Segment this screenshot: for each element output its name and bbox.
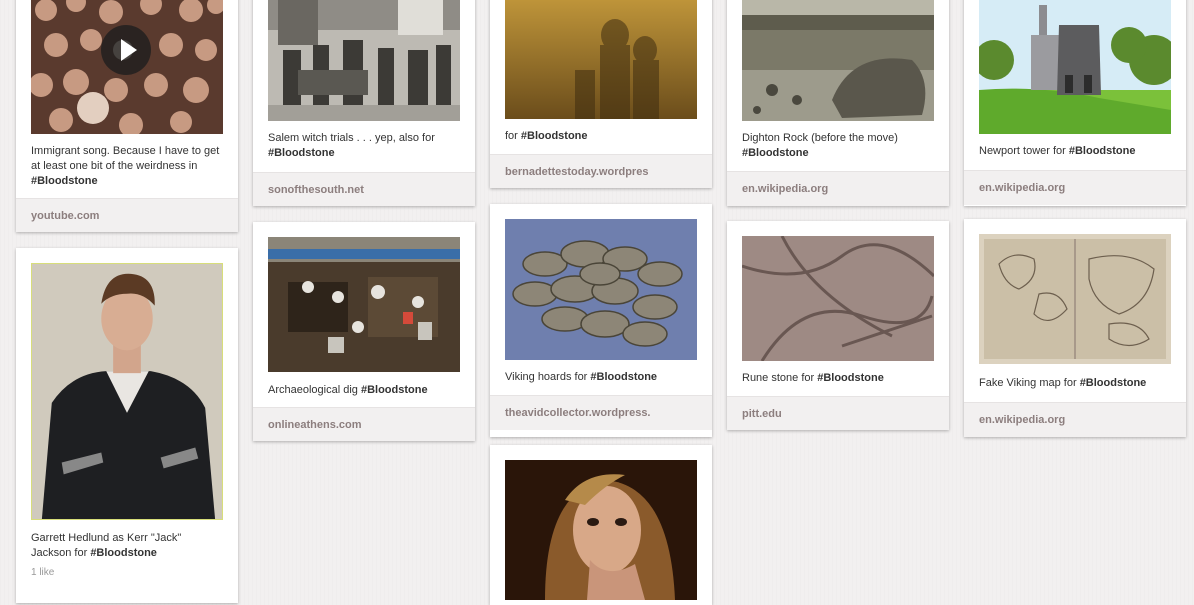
pin-card[interactable]: Rune stone for #Bloodstone pitt.edu <box>727 221 949 430</box>
hashtag-link[interactable]: #Bloodstone <box>742 147 809 159</box>
pin-card[interactable]: Salem witch trials . . . yep, also for #… <box>253 0 475 206</box>
pin-card[interactable]: Newport tower for #Bloodstone en.wikiped… <box>964 0 1186 206</box>
pin-description: Garrett Hedlund as Kerr "Jack" Jackson f… <box>31 532 182 559</box>
hashtag-link[interactable]: #Bloodstone <box>268 147 335 159</box>
hashtag-link[interactable]: #Bloodstone <box>90 547 157 559</box>
pin-card[interactable]: Dighton Rock (before the move) #Bloodsto… <box>727 0 949 206</box>
pin-card[interactable]: for #Bloodstone bernadettestoday.wordpre… <box>490 0 712 188</box>
pin-image-coins[interactable] <box>505 219 697 360</box>
pin-image-map[interactable] <box>979 234 1171 364</box>
pin-image-tower[interactable] <box>979 0 1171 134</box>
pin-source-link[interactable]: en.wikipedia.org <box>964 170 1186 205</box>
play-icon[interactable] <box>101 25 151 75</box>
pin-description: Salem witch trials . . . yep, also for #… <box>268 132 435 159</box>
pin-source-link[interactable]: sonofthesouth.net <box>253 172 475 206</box>
pin-description: for #Bloodstone <box>505 130 588 142</box>
hashtag-link[interactable]: #Bloodstone <box>31 175 98 187</box>
pin-image-crowd[interactable] <box>31 0 223 134</box>
pin-description: Fake Viking map for #Bloodstone <box>979 377 1147 389</box>
hashtag-link[interactable]: #Bloodstone <box>521 130 588 142</box>
pin-image-dighton[interactable] <box>742 0 934 121</box>
pin-card[interactable]: Viking hoards for #Bloodstone theavidcol… <box>490 204 712 437</box>
hashtag-link[interactable]: #Bloodstone <box>1080 377 1147 389</box>
pin-card[interactable]: Garrett Hedlund as Kerr "Jack" Jackson f… <box>16 248 238 603</box>
pin-image-garrett[interactable] <box>31 263 223 520</box>
pin-source-link[interactable]: bernadettestoday.wordpres <box>490 154 712 188</box>
pin-image-dig[interactable] <box>268 237 460 372</box>
pin-source-link[interactable]: en.wikipedia.org <box>964 402 1186 437</box>
pin-description: Dighton Rock (before the move) #Bloodsto… <box>742 132 898 159</box>
pin-image-runestone[interactable] <box>742 236 934 361</box>
pin-image-shadows[interactable] <box>505 0 697 119</box>
like-count: 1 like <box>31 567 55 578</box>
pin-card[interactable]: Immigrant song. Because I have to get at… <box>16 0 238 232</box>
pin-description: Viking hoards for #Bloodstone <box>505 371 658 383</box>
pin-description: Immigrant song. Because I have to get at… <box>31 145 220 187</box>
pin-description: Archaeological dig #Bloodstone <box>268 384 428 396</box>
hashtag-link[interactable]: #Bloodstone <box>817 372 884 384</box>
pin-description: Rune stone for #Bloodstone <box>742 372 884 384</box>
pin-description: Newport tower for #Bloodstone <box>979 145 1136 157</box>
pin-image-woman[interactable] <box>505 460 697 600</box>
pin-image-salem[interactable] <box>268 0 460 121</box>
pin-source-link[interactable]: pitt.edu <box>727 396 949 430</box>
hashtag-link[interactable]: #Bloodstone <box>361 384 428 396</box>
pin-source-link[interactable]: theavidcollector.wordpress. <box>490 395 712 430</box>
hashtag-link[interactable]: #Bloodstone <box>590 371 657 383</box>
hashtag-link[interactable]: #Bloodstone <box>1069 145 1136 157</box>
pin-source-link[interactable]: onlineathens.com <box>253 407 475 441</box>
pin-card[interactable] <box>490 445 712 605</box>
pin-card[interactable]: Archaeological dig #Bloodstone onlineath… <box>253 222 475 441</box>
pin-card[interactable]: Fake Viking map for #Bloodstone en.wikip… <box>964 219 1186 437</box>
pin-source-link[interactable]: en.wikipedia.org <box>727 171 949 206</box>
pin-source-link[interactable]: youtube.com <box>16 198 238 232</box>
